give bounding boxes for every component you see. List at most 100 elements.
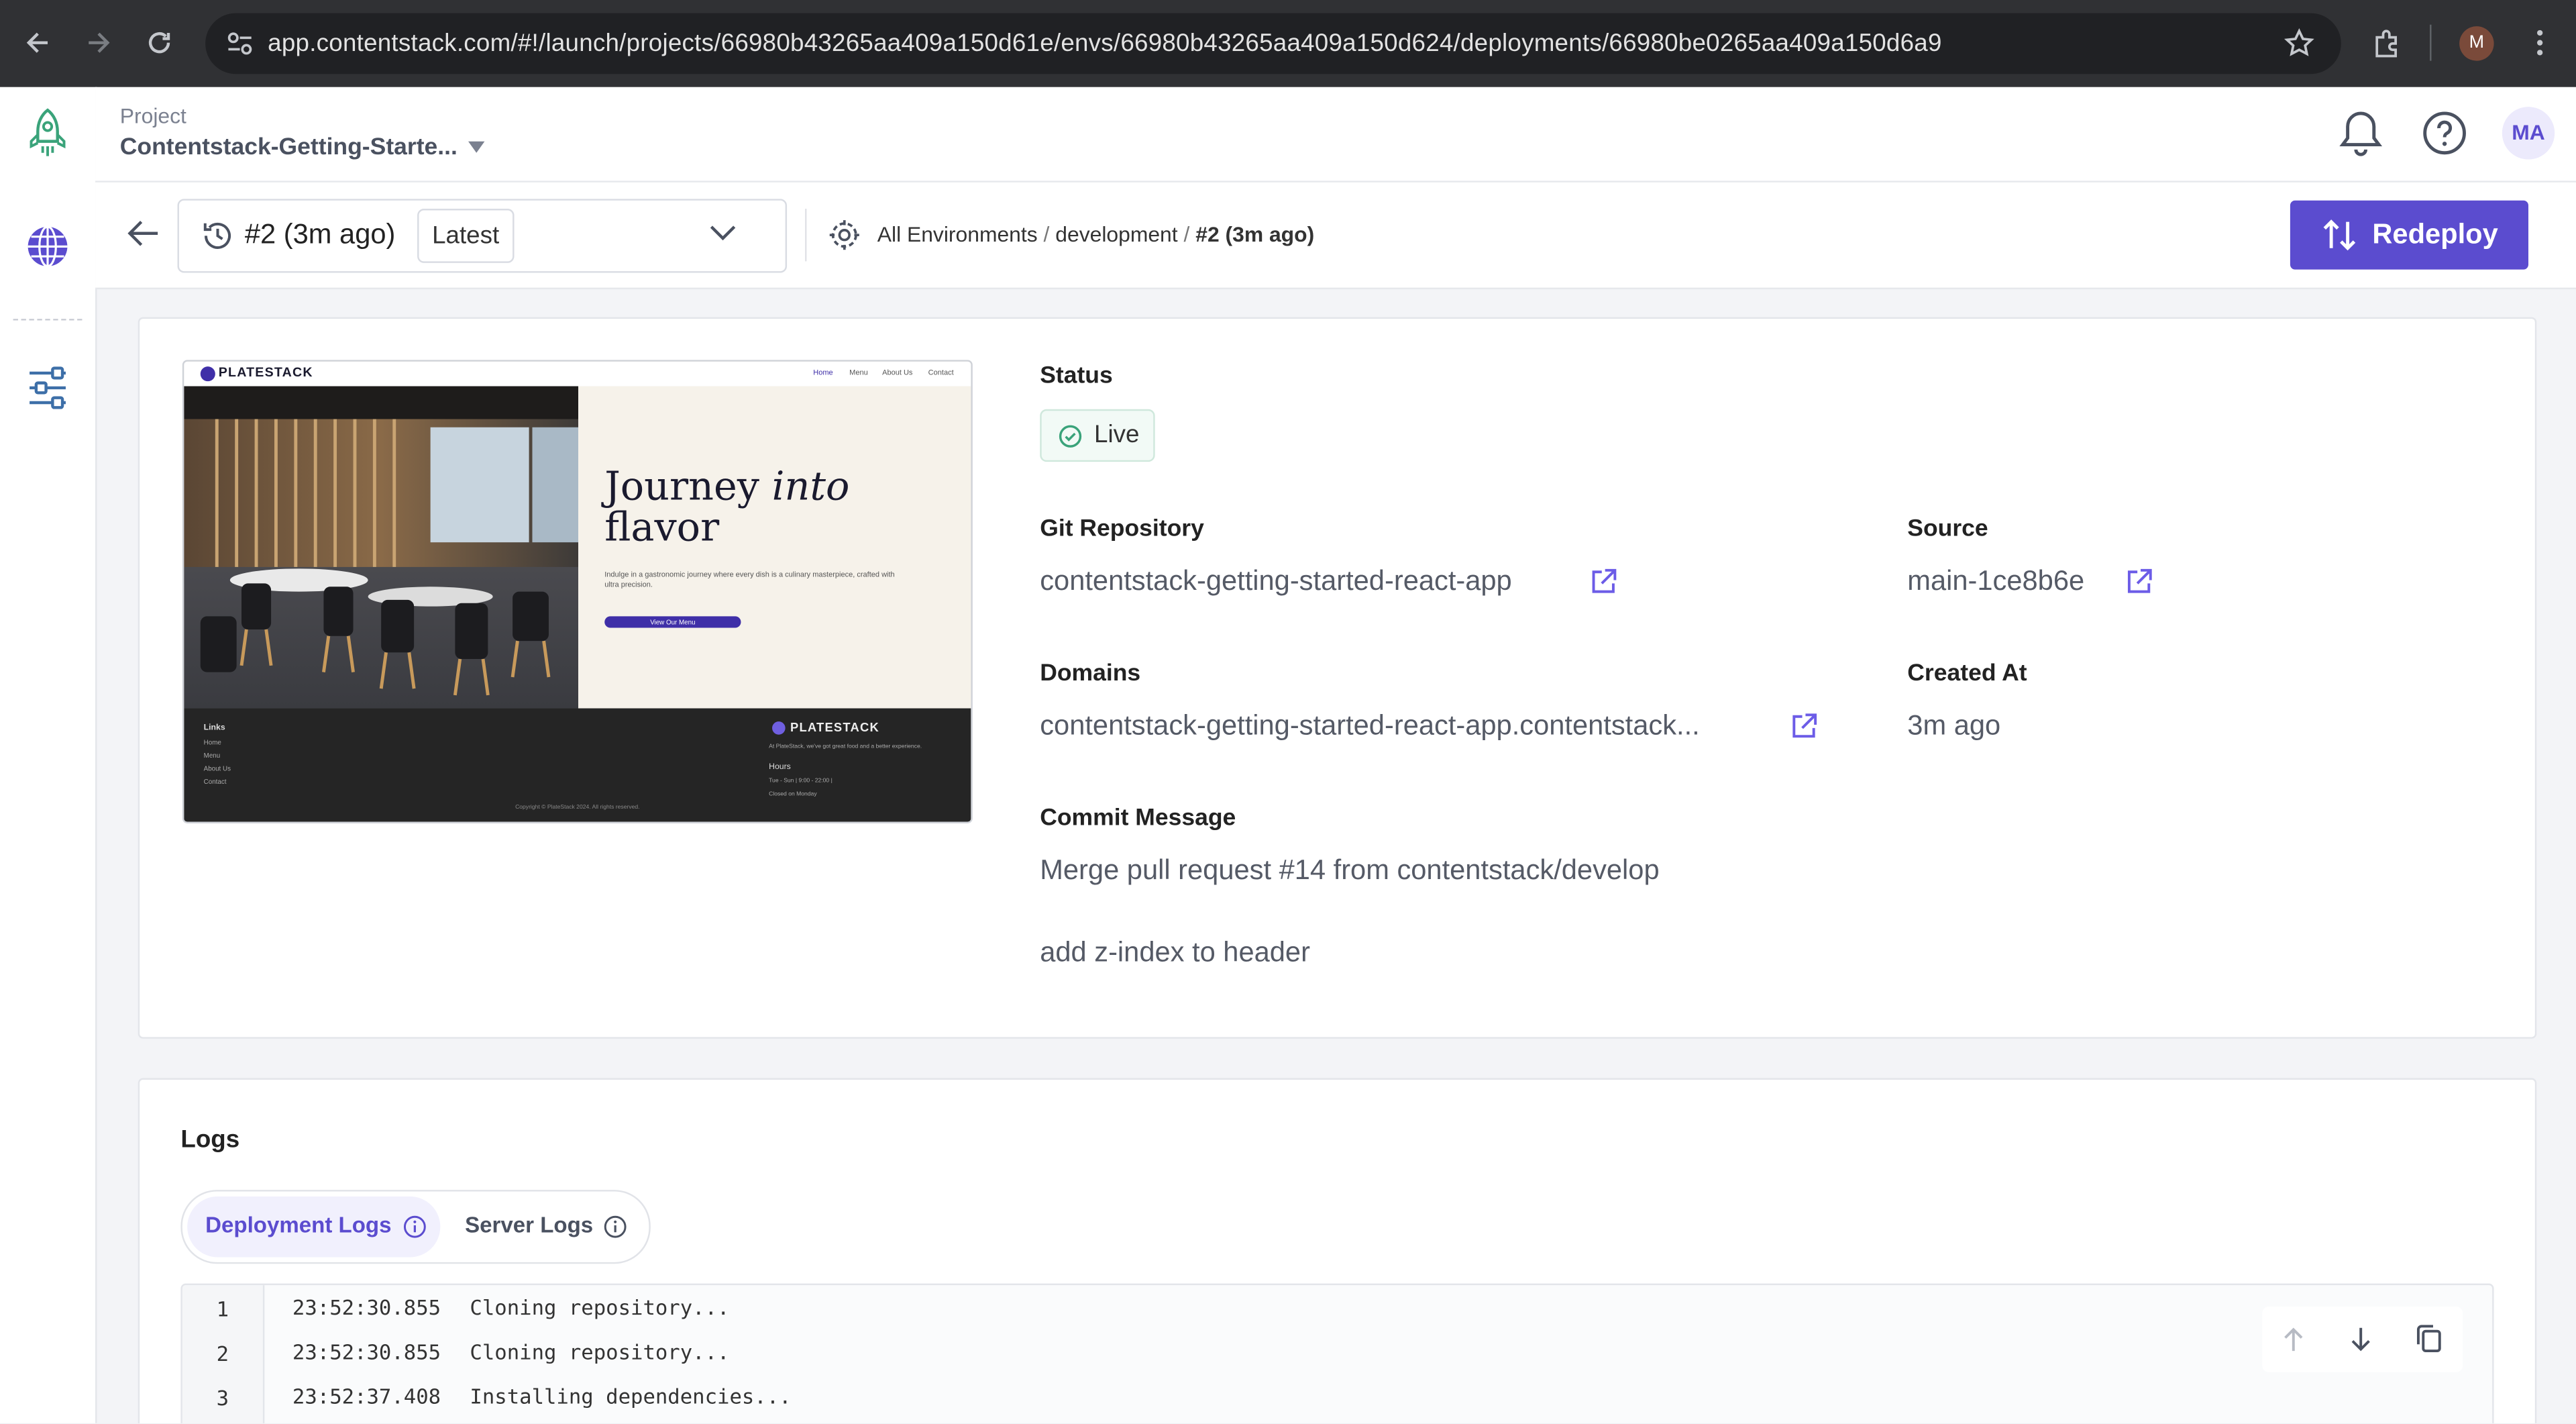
redeploy-icon — [2321, 219, 2357, 252]
external-link-icon[interactable] — [2125, 567, 2154, 597]
info-icon[interactable] — [603, 1215, 628, 1239]
deployment-selector[interactable]: #2 (3m ago) Latest — [177, 199, 788, 273]
preview-hero: Journey into flavor Indulge in a gastron… — [578, 386, 971, 709]
toolbar-divider — [2430, 24, 2432, 61]
preview-logo-mark-icon — [200, 366, 215, 382]
log-message: Cloning repository... — [470, 1339, 730, 1364]
preview-footer-link: Home — [203, 738, 221, 746]
commit-message-line: add z-index to header — [1040, 936, 1310, 968]
check-circle-icon — [1058, 424, 1083, 449]
logs-title: Logs — [180, 1125, 240, 1154]
preview-footer-hours: Tue - Sun | 9:00 - 22:00 | — [769, 777, 833, 784]
toolbar-divider — [805, 209, 807, 262]
environment-icon — [828, 219, 861, 252]
tab-deployment-logs[interactable]: Deployment Logs — [187, 1196, 441, 1258]
launch-rocket-icon[interactable] — [26, 107, 69, 159]
chevron-down-icon[interactable] — [708, 223, 738, 243]
log-timestamp: 23:52:37.408 — [292, 1384, 441, 1409]
log-line-number: 1 — [216, 1296, 229, 1321]
external-link-icon[interactable] — [1589, 567, 1618, 597]
logs-card: Logs Deployment Logs Server Logs 1 23:52… — [138, 1078, 2537, 1423]
preview-nav-item: Menu — [849, 368, 868, 376]
domains-value: contentstack-getting-started-react-app.c… — [1040, 709, 1700, 742]
site-preview-thumbnail[interactable]: PLATESTACK Home Menu About Us Contact Jo… — [182, 360, 973, 823]
preview-footer-logo-mark-icon — [772, 721, 786, 735]
preview-footer-links-title: Links — [203, 723, 225, 733]
site-settings-icon[interactable] — [225, 30, 255, 58]
redeploy-label: Redeploy — [2372, 218, 2498, 250]
forward-arrow-icon[interactable] — [84, 28, 113, 58]
log-controls — [2262, 1306, 2463, 1372]
preview-restaurant-photo — [184, 386, 579, 709]
latest-badge: Latest — [417, 209, 515, 263]
reload-icon[interactable] — [145, 28, 174, 58]
preview-nav-item: About Us — [882, 368, 913, 376]
preview-tagline: Indulge in a gastronomic journey where e… — [604, 570, 895, 589]
bookmark-star-icon[interactable] — [2284, 28, 2315, 60]
back-arrow-icon[interactable] — [23, 28, 52, 58]
domains-label: Domains — [1040, 660, 1141, 687]
status-label: Status — [1040, 363, 1113, 390]
info-icon[interactable] — [402, 1215, 427, 1239]
log-line-number: 3 — [216, 1385, 229, 1411]
scroll-up-arrow-icon[interactable] — [2280, 1325, 2306, 1354]
left-navigation-rail — [0, 87, 97, 1423]
preview-headline: Journey into flavor — [604, 463, 850, 549]
breadcrumb-current: #2 (3m ago) — [1195, 221, 1315, 247]
project-selector[interactable]: Contentstack-Getting-Starte... — [120, 135, 458, 161]
git-repository-label: Git Repository — [1040, 515, 1204, 543]
copy-icon[interactable] — [2415, 1323, 2443, 1354]
tab-server-logs[interactable]: Server Logs — [465, 1213, 593, 1237]
tab-label: Deployment Logs — [205, 1213, 392, 1238]
breadcrumb-separator: / — [1183, 221, 1190, 247]
deployment-label: #2 (3m ago) — [244, 218, 396, 250]
logs-tabs: Deployment Logs Server Logs — [180, 1190, 651, 1264]
preview-footer-link: Contact — [203, 777, 227, 786]
preview-footer-link: About Us — [203, 764, 231, 773]
log-line-number: 2 — [216, 1341, 229, 1366]
notification-bell-icon[interactable] — [2338, 109, 2384, 158]
preview-cta-button: View Our Menu — [604, 616, 741, 628]
history-icon — [201, 219, 235, 253]
project-caption: Project — [119, 103, 186, 129]
external-link-icon[interactable] — [1789, 711, 1819, 741]
help-icon[interactable] — [2422, 110, 2468, 156]
preview-headline-text: Journey — [604, 463, 772, 510]
breadcrumb-environment[interactable]: development — [1055, 222, 1177, 247]
url-text[interactable]: app.contentstack.com/#!/launch/projects/… — [268, 30, 1941, 58]
redeploy-button[interactable]: Redeploy — [2290, 200, 2529, 270]
back-arrow-icon[interactable] — [127, 219, 160, 248]
git-repository-value: contentstack-getting-started-react-app — [1040, 565, 1512, 597]
caret-down-icon[interactable] — [468, 141, 485, 153]
breadcrumb-all-environments[interactable]: All Environments — [877, 222, 1038, 247]
scroll-down-arrow-icon[interactable] — [2348, 1325, 2374, 1354]
app-header: Project Contentstack-Getting-Starte... M… — [95, 87, 2576, 183]
log-message: Installing dependencies... — [470, 1384, 792, 1409]
breadcrumb-separator: / — [1043, 221, 1050, 247]
preview-nav-item: Contact — [928, 368, 954, 376]
created-at-label: Created At — [1907, 660, 2027, 687]
preview-logo: PLATESTACK — [218, 364, 313, 380]
browser-profile-avatar[interactable]: M — [2459, 26, 2494, 61]
user-avatar[interactable]: MA — [2502, 107, 2555, 160]
browser-menu-icon[interactable] — [2535, 28, 2545, 58]
extensions-icon[interactable] — [2371, 28, 2402, 60]
preview-footer: Links Home Menu About Us Contact PLATEST… — [184, 708, 971, 822]
settings-sliders-icon[interactable] — [26, 365, 69, 411]
log-message: Cloning repository... — [470, 1294, 730, 1320]
log-timestamp: 23:52:30.855 — [292, 1339, 441, 1364]
commit-message-label: Commit Message — [1040, 805, 1236, 832]
globe-icon[interactable] — [26, 225, 69, 268]
log-viewer[interactable]: 1 23:52:30.855 Cloning repository... 2 2… — [180, 1283, 2494, 1423]
address-bar[interactable]: app.contentstack.com/#!/launch/projects/… — [205, 13, 2341, 74]
preview-footer-hours: Closed on Monday — [769, 790, 817, 797]
rail-divider — [13, 319, 83, 321]
preview-navbar: PLATESTACK Home Menu About Us Contact — [184, 361, 971, 387]
source-label: Source — [1907, 515, 1988, 543]
breadcrumb: All Environments / development / #2 (3m … — [877, 222, 1314, 247]
created-at-value: 3m ago — [1907, 709, 2001, 742]
preview-headline-italic: into — [771, 463, 850, 510]
log-timestamp: 23:52:30.855 — [292, 1294, 441, 1320]
preview-footer-hours-title: Hours — [769, 762, 791, 773]
preview-nav-item: Home — [813, 368, 833, 376]
